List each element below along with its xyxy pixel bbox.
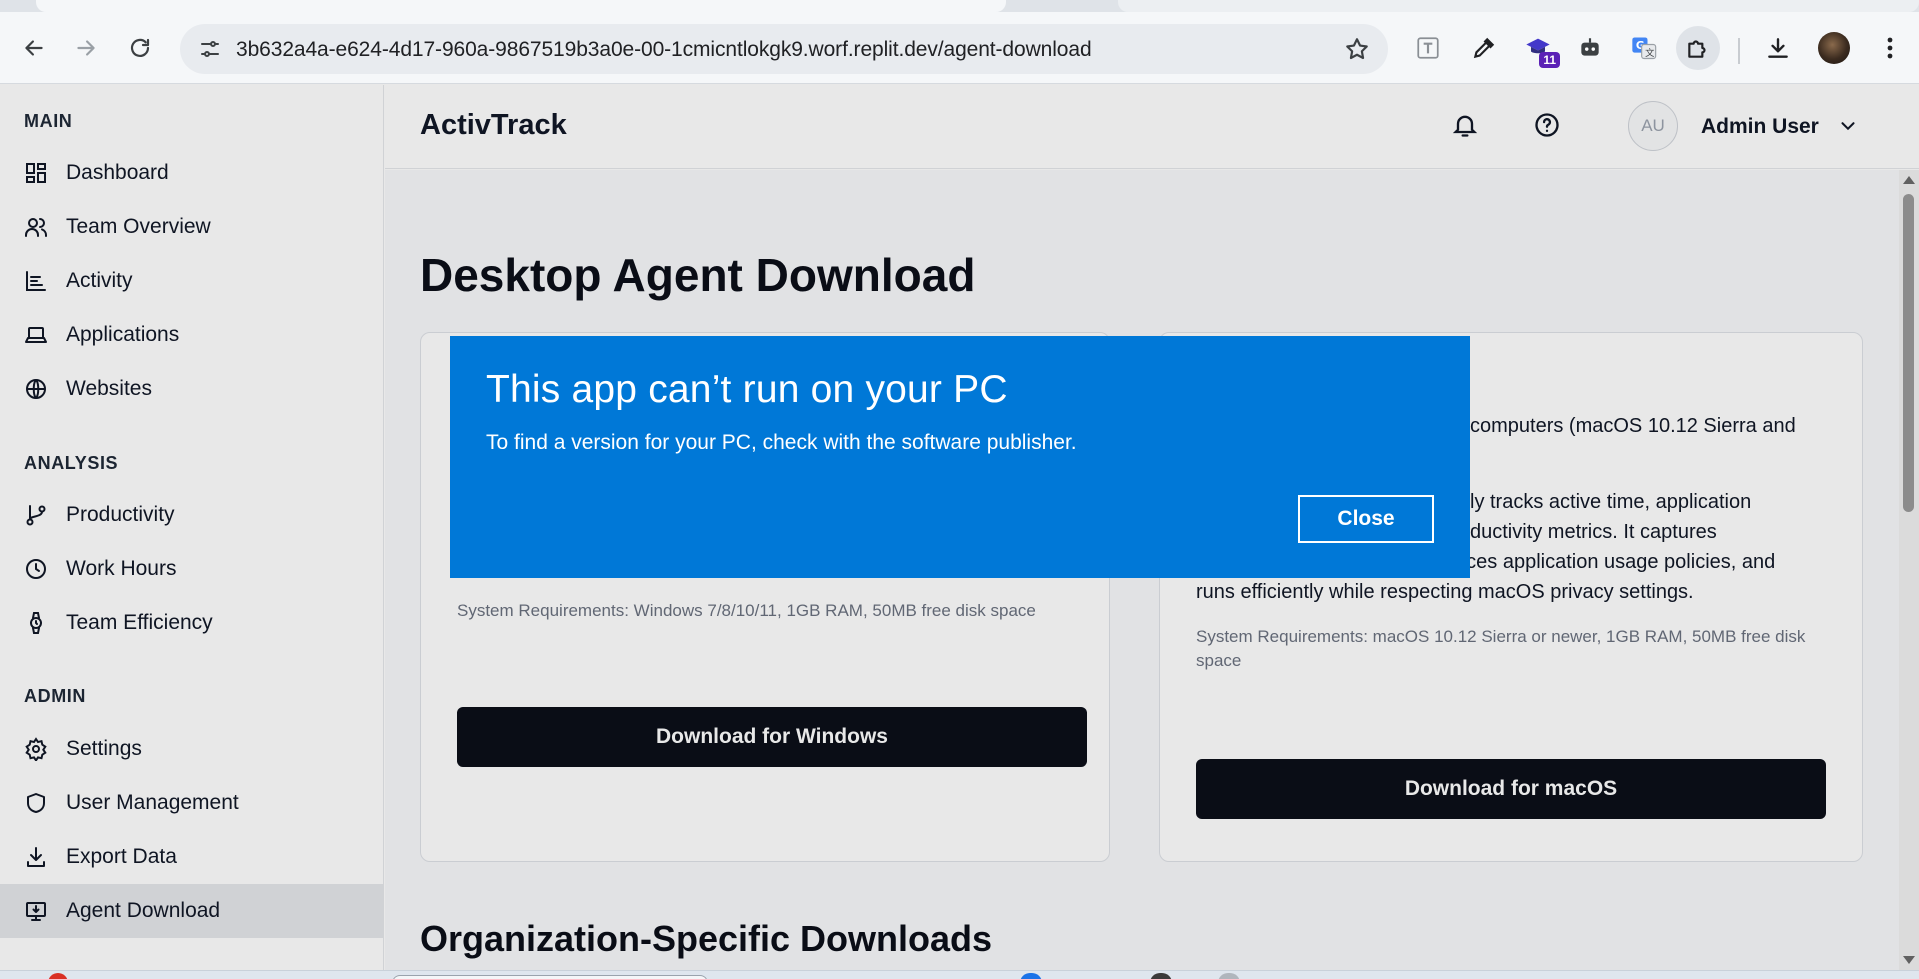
- translate-icon[interactable]: G文: [1628, 32, 1660, 64]
- taskbar-app-icon[interactable]: [1218, 973, 1240, 979]
- forward-button[interactable]: [72, 34, 100, 62]
- dialog-title: This app can’t run on your PC: [486, 368, 1008, 411]
- site-info-icon[interactable]: [198, 37, 222, 61]
- url-text[interactable]: 3b632a4a-e624-4d17-960a-9867519b3a0e-00-…: [236, 38, 1092, 62]
- downloads-icon[interactable]: [1762, 32, 1794, 64]
- reload-icon: [130, 38, 150, 57]
- extension-badge: 11: [1539, 52, 1560, 68]
- arrow-left-icon: [25, 40, 43, 56]
- arrow-right-icon: [77, 40, 95, 56]
- dialog-message: To find a version for your PC, check wit…: [486, 431, 1077, 454]
- incompatible-app-dialog: This app can’t run on your PC To find a …: [450, 336, 1470, 578]
- browser-tab-strip: [0, 0, 1919, 12]
- reload-button[interactable]: [126, 34, 154, 62]
- taskbar-search-box[interactable]: [392, 975, 708, 979]
- toolbar-separator: [1738, 38, 1740, 64]
- extensions-puzzle-icon[interactable]: [1676, 26, 1720, 70]
- inactive-tab[interactable]: [1118, 0, 1919, 12]
- taskbar-app-icon[interactable]: [1150, 973, 1172, 979]
- back-button[interactable]: [20, 34, 48, 62]
- address-bar[interactable]: 3b632a4a-e624-4d17-960a-9867519b3a0e-00-…: [180, 24, 1388, 74]
- dialog-close-button[interactable]: Close: [1298, 495, 1434, 543]
- os-taskbar: [0, 970, 1919, 979]
- robot-icon[interactable]: [1574, 32, 1606, 64]
- bookmark-star-icon[interactable]: [1344, 36, 1370, 62]
- browser-toolbar: 3b632a4a-e624-4d17-960a-9867519b3a0e-00-…: [0, 12, 1919, 84]
- taskbar-app-icon[interactable]: [1020, 973, 1042, 979]
- graduation-cap-extension[interactable]: 11: [1522, 32, 1560, 68]
- active-tab[interactable]: [36, 0, 1006, 12]
- profile-avatar[interactable]: [1818, 32, 1850, 64]
- eyedropper-icon[interactable]: [1468, 32, 1500, 64]
- extension-text-icon[interactable]: [1412, 32, 1444, 64]
- svg-text:文: 文: [1645, 47, 1654, 59]
- taskbar-app-icon[interactable]: [48, 973, 68, 979]
- kebab-menu-icon[interactable]: [1874, 32, 1906, 64]
